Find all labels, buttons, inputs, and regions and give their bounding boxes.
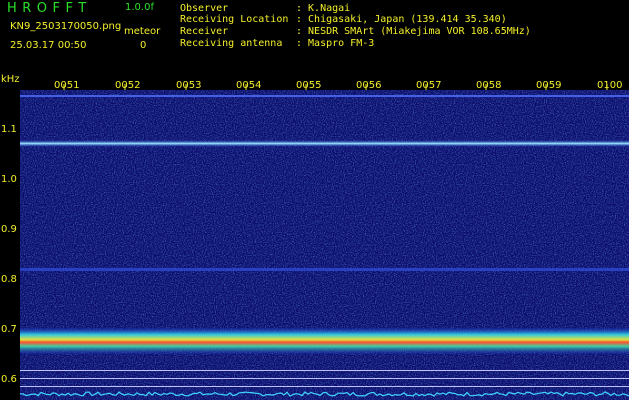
receiver-label: Receiver <box>180 26 229 37</box>
y-tick-label: 1.0 <box>1 174 17 185</box>
faint-line <box>20 268 629 271</box>
y-tick-label: 0.7 <box>1 324 17 335</box>
y-tick-label: 1.1 <box>1 124 17 135</box>
observer-label: Observer <box>180 3 229 14</box>
receiver-value: : NESDR SMArt (Miakejima VOR 108.65MHz) <box>296 26 531 37</box>
app-title: HROFFT <box>7 1 92 16</box>
antenna-value: : Maspro FM-3 <box>296 38 375 49</box>
y-axis-unit: kHz <box>1 74 20 85</box>
version-label: 1.0.0f <box>125 2 154 13</box>
spectrogram-canvas <box>20 90 629 400</box>
spectrogram-plot <box>20 84 629 400</box>
main-signal-band <box>20 328 629 354</box>
reference-line <box>20 386 629 387</box>
observer-value: : K.Nagai <box>296 3 351 14</box>
location-label: Receiving Location <box>180 14 289 25</box>
upper-edge-line <box>20 95 629 97</box>
filename-label: KN9_2503170050.png <box>10 21 122 32</box>
antenna-label: Receiving antenna <box>180 38 283 49</box>
y-tick-label: 0.6 <box>1 374 17 385</box>
header-panel: HROFFT 1.0.0f KN9_2503170050.png meteor … <box>0 0 629 76</box>
timestamp-label: 25.03.17 00:50 <box>10 40 87 51</box>
reference-line <box>20 370 629 371</box>
y-tick-label: 0.8 <box>1 274 17 285</box>
y-axis: 1.1 1.0 0.9 0.8 0.7 0.6 <box>0 90 20 400</box>
reference-line <box>20 378 629 379</box>
meteor-count: 0 <box>140 40 147 51</box>
carrier-line-upper <box>20 140 629 147</box>
meteor-label: meteor <box>124 26 161 37</box>
location-value: : Chigasaki, Japan (139.414 35.340) <box>296 14 507 25</box>
y-tick-label: 0.9 <box>1 224 17 235</box>
x-tick-marks <box>63 84 608 90</box>
